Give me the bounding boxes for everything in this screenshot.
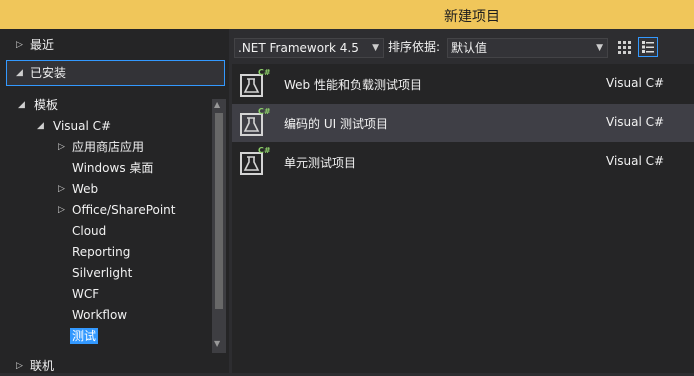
expand-arrow-icon[interactable]: ▷	[58, 137, 65, 157]
template-language: Visual C#	[606, 76, 665, 90]
title-bar: 新建项目	[0, 0, 694, 29]
tree-item-label: Reporting	[72, 245, 131, 259]
tree-item-label: 模板	[34, 98, 59, 112]
window-title: 新建项目	[444, 9, 500, 25]
collapse-arrow-icon[interactable]: ◢	[37, 116, 44, 136]
collapse-arrow-icon[interactable]: ◢	[16, 63, 23, 83]
framework-select[interactable]: .NET Framework 4.5 ▼	[234, 38, 384, 58]
tree-item-silverlight[interactable]: Silverlight	[72, 263, 132, 283]
tree-item-label: Windows 桌面	[72, 161, 154, 175]
tree-item-cloud[interactable]: Cloud	[72, 221, 106, 241]
tree-item-label: Silverlight	[72, 266, 133, 280]
template-name: 编码的 UI 测试项目	[284, 117, 388, 131]
expand-arrow-icon[interactable]: ▷	[16, 356, 23, 376]
framework-value: .NET Framework 4.5	[238, 41, 359, 55]
tree-item-label: Web	[72, 182, 99, 196]
template-tree: ▷ 最近 ◢ 已安装 ◢ 模板 ◢ Visual C# ▷ 应用商店应用 Win…	[0, 29, 229, 373]
template-name: Web 性能和负载测试项目	[284, 78, 422, 92]
tree-item-label: Office/SharePoint	[72, 203, 176, 217]
tree-item-wcf[interactable]: WCF	[72, 284, 99, 304]
template-item-web-perf[interactable]: C# Web 性能和负载测试项目 Visual C#	[232, 65, 694, 103]
template-item-unit-test[interactable]: C# 单元测试项目 Visual C#	[232, 143, 694, 181]
svg-text:C#: C#	[258, 107, 270, 116]
tree-item-label: 测试	[70, 328, 99, 344]
tree-item-reporting[interactable]: Reporting	[72, 242, 130, 262]
chevron-down-icon: ▼	[596, 43, 603, 53]
test-flask-icon: C#	[240, 146, 270, 175]
grid-icon	[618, 41, 631, 54]
scroll-down-icon[interactable]: ▼	[214, 339, 220, 348]
expand-arrow-icon[interactable]: ▷	[58, 179, 65, 199]
tree-item-label: Cloud	[72, 224, 107, 238]
svg-text:C#: C#	[258, 146, 270, 155]
tree-item-label: 最近	[30, 38, 55, 52]
expand-arrow-icon[interactable]: ▷	[16, 35, 23, 55]
template-item-coded-ui[interactable]: C# 编码的 UI 测试项目 Visual C#	[232, 104, 694, 142]
svg-text:C#: C#	[258, 68, 270, 77]
template-list: C# Web 性能和负载测试项目 Visual C# C# 编码的 UI 测试项…	[232, 64, 694, 373]
chevron-down-icon: ▼	[372, 43, 379, 53]
expand-arrow-icon[interactable]: ▷	[58, 200, 65, 220]
template-language: Visual C#	[606, 115, 665, 129]
test-flask-icon: C#	[240, 68, 270, 97]
tree-item-label: 联机	[30, 359, 55, 373]
tree-item-label: WCF	[72, 287, 100, 301]
list-icon	[642, 41, 654, 53]
tree-item-label: Visual C#	[53, 119, 112, 133]
tree-scrollbar[interactable]: ▲ ▼	[212, 99, 226, 353]
small-icons-view-button[interactable]	[614, 37, 634, 57]
tree-item-label: 应用商店应用	[72, 140, 145, 154]
sort-value: 默认值	[451, 41, 488, 55]
list-view-button[interactable]	[638, 37, 658, 57]
sort-label: 排序依据:	[388, 40, 441, 54]
template-name: 单元测试项目	[284, 156, 357, 170]
scrollbar-thumb[interactable]	[215, 113, 223, 309]
tree-item-label: Workflow	[72, 308, 128, 322]
collapse-arrow-icon[interactable]: ◢	[18, 95, 25, 115]
scroll-up-icon[interactable]: ▲	[214, 100, 220, 109]
tree-item-label: 已安装	[30, 66, 67, 80]
template-language: Visual C#	[606, 154, 665, 168]
tree-item-windows-desktop[interactable]: Windows 桌面	[72, 158, 153, 178]
test-flask-icon: C#	[240, 107, 270, 136]
tree-item-test[interactable]: 测试	[70, 326, 99, 346]
tree-item-workflow[interactable]: Workflow	[72, 305, 127, 325]
sort-select[interactable]: 默认值 ▼	[447, 38, 608, 58]
